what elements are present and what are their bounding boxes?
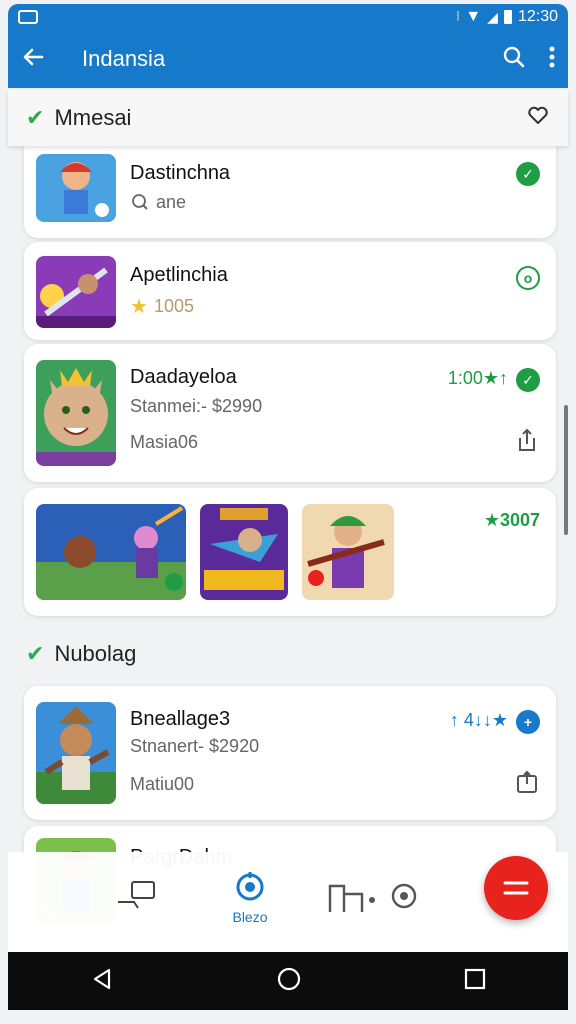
chat-icon[interactable] [114,880,158,915]
check-icon: ✔ [26,105,45,130]
app-thumbnail [36,702,116,804]
share-icon[interactable] [516,428,538,452]
profile-icon[interactable] [386,880,422,917]
gallery-image[interactable] [200,504,288,600]
menu-fab[interactable] [484,856,548,920]
check-icon: ✔ [26,641,45,666]
download-icon[interactable]: o [516,266,540,290]
app-bar-title: Indansia [82,46,166,71]
battery-icon [503,10,512,24]
section-header: ✔ Mmesai [8,90,568,146]
app-card[interactable]: Dastinchna ane ✓ [24,146,556,238]
search-icon[interactable] [502,45,526,74]
nav-item-active[interactable]: Blezo [220,870,280,925]
compass-icon [236,872,264,901]
status-bar: ⦚ ▼ ◢ 12:30 [8,4,568,30]
app-card[interactable]: Bneallage3 Stnanert- $2920 Matiu00 ↑ 4↓↓… [24,686,556,820]
add-icon[interactable]: + [516,710,540,734]
verified-icon: ✓ [516,368,540,392]
app-rating: ↑ 4↓↓★ [449,710,508,730]
app-name: Daadayeloa [130,366,237,388]
star-icon: ★ [130,296,148,318]
recents-icon[interactable] [463,967,487,996]
section-title: Nubolag [54,641,137,666]
status-time: 12:30 [517,8,558,25]
search-icon [130,192,150,217]
app-thumbnail [36,154,116,222]
screenshot-gallery[interactable]: ★3007 [24,488,556,616]
nav-item-label: Blezo [232,909,268,925]
app-name: Apetlinchia [130,264,228,286]
notification-icon [18,10,38,24]
bottom-navigation: Blezo [8,852,568,952]
app-bar: Indansia [8,30,568,88]
signal-icon: ◢ [487,8,498,25]
app-rating: 1:00★↑ [447,368,508,388]
back-arrow-icon[interactable] [20,44,46,75]
gallery-image[interactable] [36,504,186,600]
section-title: Mmesai [54,105,132,130]
app-card[interactable]: Apetlinchia ★ 1005 o [24,242,556,340]
app-name: Dastinchna [130,162,231,184]
app-price: Stnanert- $2920 [130,736,260,756]
app-name: Bneallage3 [130,708,231,730]
scrollbar[interactable] [564,405,568,535]
gallery-image[interactable] [302,504,394,600]
more-options-icon[interactable] [548,45,556,74]
vibrate-icon: ⦚ [456,9,460,24]
app-downloads: 1005 [154,296,195,316]
app-card[interactable]: Daadayeloa Stanmei:- $2990 Masia06 1:00★… [24,344,556,482]
app-meta: Matiu00 [130,774,195,794]
home-icon[interactable] [276,966,302,997]
heart-icon[interactable] [526,103,550,133]
gallery-rating: ★3007 [483,510,540,530]
system-navigation-bar [8,952,568,1010]
share-icon[interactable] [516,770,538,794]
section-header: ✔ Nubolag [8,626,568,682]
app-thumbnail [36,256,116,328]
app-price: Stanmei:- $2990 [130,396,263,416]
library-icon[interactable] [326,876,376,921]
verified-icon: ✓ [516,162,540,186]
menu-icon [503,881,529,895]
back-icon[interactable] [89,966,115,997]
app-meta: Masia06 [130,432,199,452]
wifi-icon: ▼ [465,8,482,25]
app-thumbnail [36,360,116,466]
app-meta: ane [156,192,187,212]
